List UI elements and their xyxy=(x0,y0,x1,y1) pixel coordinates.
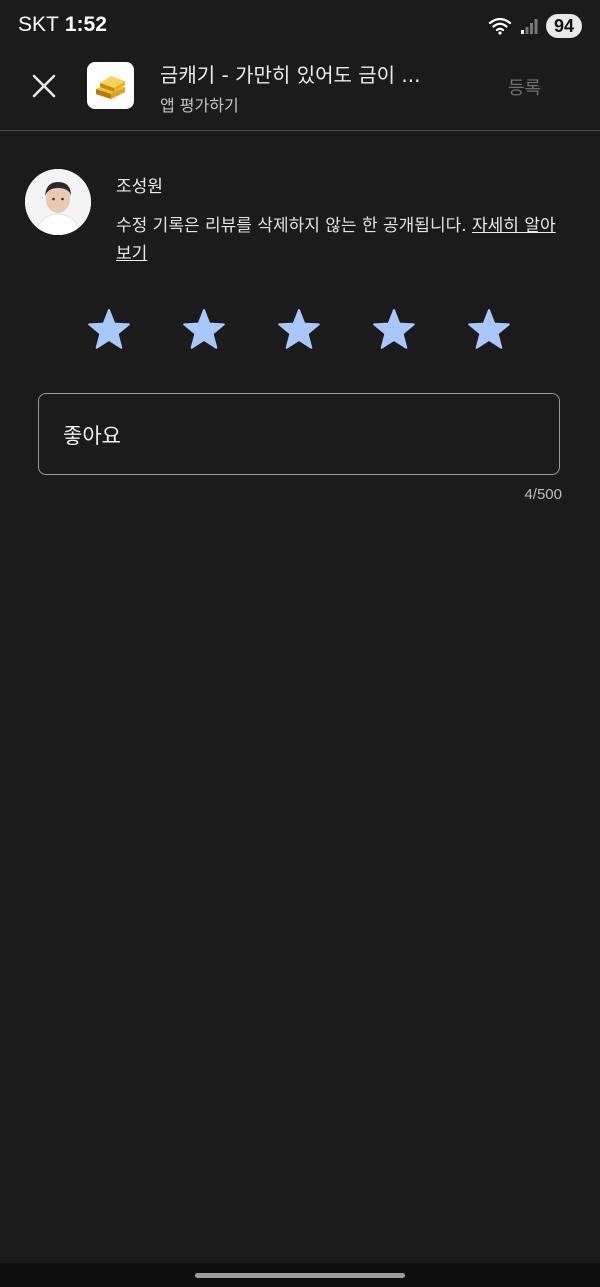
status-bar: SKT 1:52 94 xyxy=(0,0,600,54)
star-3-icon[interactable] xyxy=(277,308,321,352)
carrier-time: SKT 1:52 xyxy=(18,13,107,37)
star-2-icon[interactable] xyxy=(182,308,226,352)
app-subtitle: 앱 평가하기 xyxy=(160,96,239,115)
star-5-icon[interactable] xyxy=(467,308,511,352)
carrier-label: SKT xyxy=(18,13,59,36)
clock: 1:52 xyxy=(64,13,107,36)
navigation-bar xyxy=(0,1263,600,1287)
app-header: 금캐기 - 가만히 있어도 금이 ... 앱 평가하기 등록 xyxy=(0,54,600,131)
user-name: 조성원 xyxy=(116,177,163,197)
close-button[interactable] xyxy=(28,70,60,102)
status-icons: 94 xyxy=(488,14,582,38)
submit-button[interactable]: 등록 xyxy=(508,74,541,100)
app-title: 금캐기 - 가만히 있어도 금이 ... xyxy=(160,63,421,87)
review-input[interactable]: 좋아요 xyxy=(38,393,560,475)
battery-badge: 94 xyxy=(545,14,582,38)
star-1-icon[interactable] xyxy=(87,308,131,352)
close-icon xyxy=(32,74,56,98)
home-indicator[interactable] xyxy=(195,1273,405,1278)
character-counter: 4/500 xyxy=(524,486,562,503)
public-notice: 수정 기록은 리뷰를 삭제하지 않는 한 공개됩니다. 자세히 알아보기 xyxy=(116,212,566,268)
avatar xyxy=(25,169,91,235)
app-icon xyxy=(87,62,134,109)
wifi-icon xyxy=(488,17,512,35)
signal-icon xyxy=(520,19,538,34)
review-text: 좋아요 xyxy=(63,424,121,448)
notice-text: 수정 기록은 리뷰를 삭제하지 않는 한 공개됩니다. xyxy=(116,216,473,236)
user-photo-icon xyxy=(25,169,91,235)
star-4-icon[interactable] xyxy=(372,308,416,352)
gold-bars-icon xyxy=(96,76,125,99)
